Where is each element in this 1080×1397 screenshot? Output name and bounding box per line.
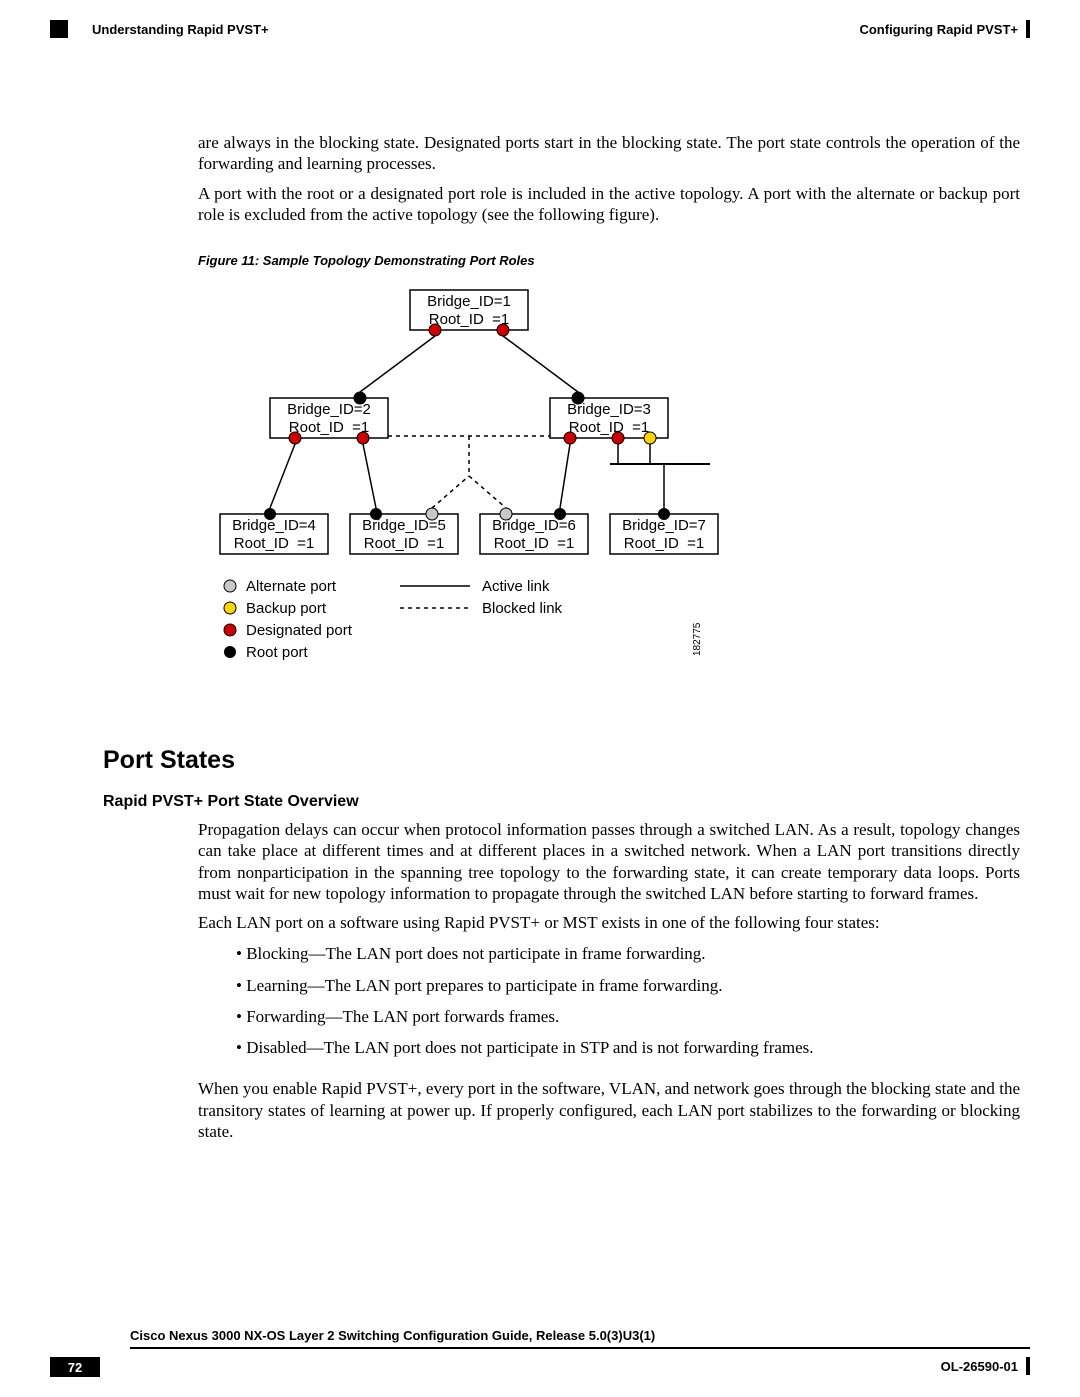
- active-link: [560, 444, 570, 508]
- page-content: are always in the blocking state. Design…: [198, 132, 1020, 1150]
- paragraph: are always in the blocking state. Design…: [198, 132, 1020, 175]
- bridge-7-line2: Root_ID =1: [624, 535, 704, 552]
- bridge-1-line2: Root_ID =1: [429, 311, 509, 328]
- header-right-marker-icon: [1026, 20, 1030, 38]
- paragraph: When you enable Rapid PVST+, every port …: [198, 1078, 1020, 1142]
- figure-caption: Figure 11: Sample Topology Demonstrating…: [198, 253, 1020, 268]
- footer-doc-id: OL-26590-01: [941, 1357, 1030, 1375]
- legend-active: Active link: [482, 578, 550, 595]
- designated-port-icon: [564, 432, 576, 444]
- active-link: [270, 444, 295, 508]
- page-header: Understanding Rapid PVST+ Configuring Ra…: [50, 20, 1030, 38]
- bridge-2-line2: Root_ID =1: [289, 419, 369, 436]
- paragraph: Each LAN port on a software using Rapid …: [198, 912, 1020, 933]
- legend-designated: Designated port: [246, 622, 353, 639]
- alternate-port-icon: [224, 580, 236, 592]
- designated-port-icon: [497, 324, 509, 336]
- root-port-icon: [264, 508, 276, 520]
- list-item: Forwarding—The LAN port forwards frames.: [236, 1006, 1020, 1027]
- root-port-icon: [572, 392, 584, 404]
- root-port-icon: [224, 646, 236, 658]
- footer-rule: [130, 1347, 1030, 1349]
- state-list: Blocking—The LAN port does not participa…: [236, 943, 1020, 1058]
- footer-book-title: Cisco Nexus 3000 NX-OS Layer 2 Switching…: [130, 1328, 655, 1343]
- footer-doc-label: OL-26590-01: [941, 1359, 1018, 1374]
- root-port-icon: [658, 508, 670, 520]
- section-heading-port-states: Port States: [103, 746, 1020, 775]
- list-item: Disabled—The LAN port does not participa…: [236, 1037, 1020, 1058]
- designated-port-icon: [357, 432, 369, 444]
- topology-diagram: Bridge_ID=1 Root_ID =1 Bridge_ID=2 Root_…: [210, 286, 730, 704]
- root-port-icon: [354, 392, 366, 404]
- backup-port-icon: [644, 432, 656, 444]
- footer-right-marker-icon: [1026, 1357, 1030, 1375]
- bridge-box-5: Bridge_ID=5 Root_ID =1: [350, 514, 458, 554]
- legend-root: Root port: [246, 644, 309, 661]
- subsection-heading-overview: Rapid PVST+ Port State Overview: [103, 793, 1020, 811]
- blocked-link: [469, 476, 506, 508]
- bridge-1-line1: Bridge_ID=1: [427, 293, 511, 310]
- header-chapter-title: Configuring Rapid PVST+: [859, 22, 1018, 37]
- bridge-box-2: Bridge_ID=2 Root_ID =1: [270, 398, 388, 438]
- bridge-5-line2: Root_ID =1: [364, 535, 444, 552]
- header-right: Configuring Rapid PVST+: [859, 20, 1030, 38]
- designated-port-icon: [289, 432, 301, 444]
- footer-page-number: 72: [50, 1357, 100, 1377]
- paragraph: A port with the root or a designated por…: [198, 183, 1020, 226]
- header-marker-icon: [50, 20, 68, 38]
- paragraph: Propagation delays can occur when protoc…: [198, 819, 1020, 904]
- root-port-icon: [554, 508, 566, 520]
- diagram-legend: Alternate port Backup port Designated po…: [224, 578, 563, 661]
- backup-port-icon: [224, 602, 236, 614]
- bridge-3-line2: Root_ID =1: [569, 419, 649, 436]
- bridge-box-1: Bridge_ID=1 Root_ID =1: [410, 290, 528, 330]
- blocked-link: [432, 476, 469, 508]
- designated-port-icon: [429, 324, 441, 336]
- designated-port-icon: [612, 432, 624, 444]
- bridge-box-6: Bridge_ID=6 Root_ID =1: [480, 514, 588, 554]
- list-item: Blocking—The LAN port does not participa…: [236, 943, 1020, 964]
- diagram-svg: Bridge_ID=1 Root_ID =1 Bridge_ID=2 Root_…: [210, 286, 730, 704]
- active-link: [503, 336, 578, 392]
- bridge-4-line2: Root_ID =1: [234, 535, 314, 552]
- active-link: [360, 336, 435, 392]
- bridge-6-line2: Root_ID =1: [494, 535, 574, 552]
- diagram-image-number: 182775: [692, 622, 703, 656]
- bridge-box-4: Bridge_ID=4 Root_ID =1: [220, 514, 328, 554]
- alternate-port-icon: [426, 508, 438, 520]
- legend-alternate: Alternate port: [246, 578, 337, 595]
- list-item: Learning—The LAN port prepares to partic…: [236, 975, 1020, 996]
- legend-backup: Backup port: [246, 600, 327, 617]
- bridge-4-line1: Bridge_ID=4: [232, 517, 316, 534]
- root-port-icon: [370, 508, 382, 520]
- header-section-title: Understanding Rapid PVST+: [92, 22, 269, 37]
- legend-blocked: Blocked link: [482, 600, 563, 617]
- designated-port-icon: [224, 624, 236, 636]
- alternate-port-icon: [500, 508, 512, 520]
- active-link: [363, 444, 376, 508]
